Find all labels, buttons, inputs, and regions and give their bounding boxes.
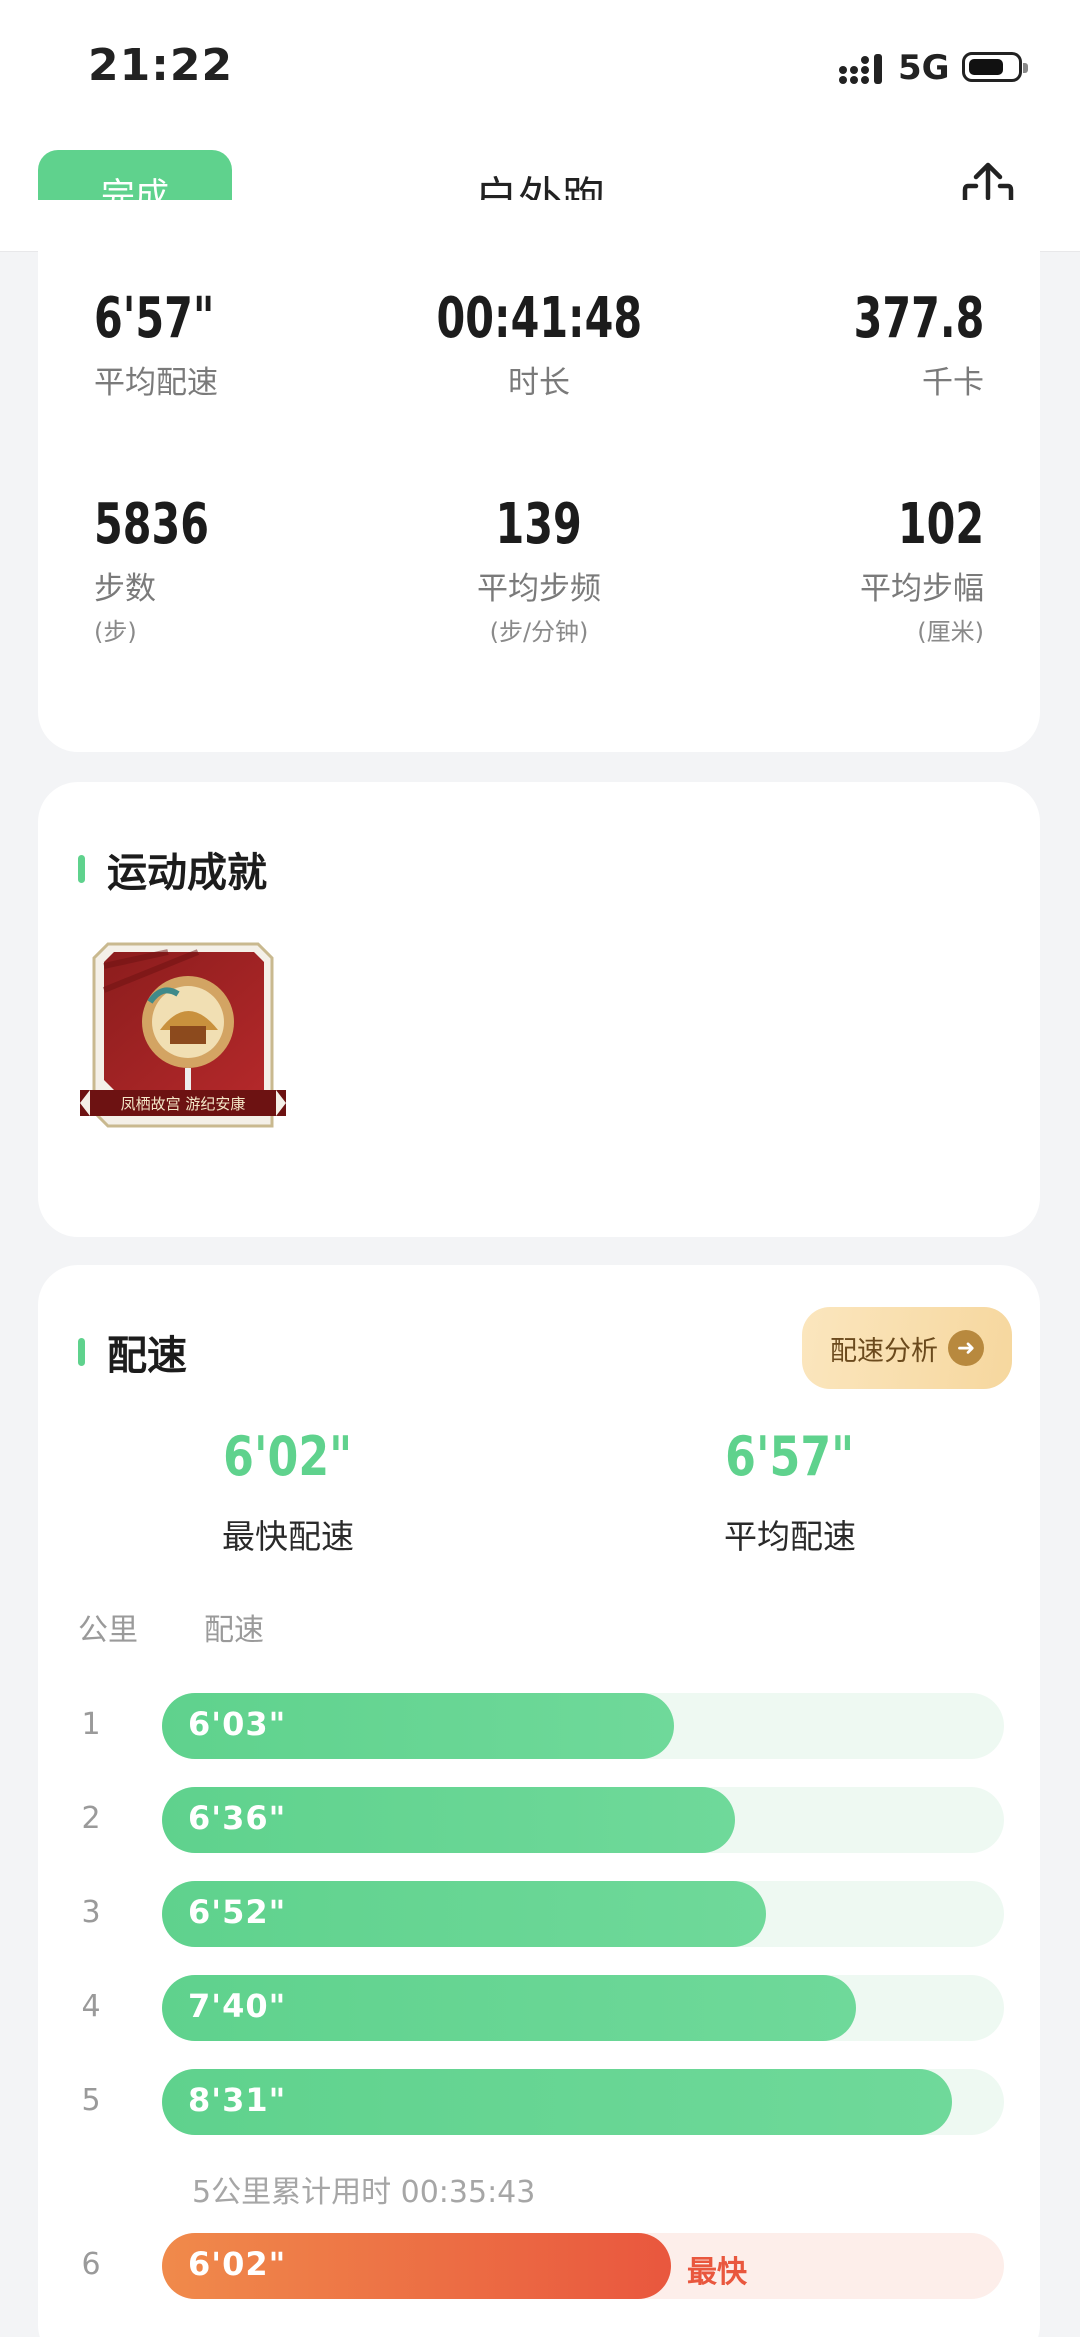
split-pace: 6'03" — [188, 1705, 287, 1743]
split-km: 1 — [81, 1707, 101, 1742]
summary-card: 6'57" 平均配速 00:41:48 时长 377.8 千卡 5836 步数 … — [38, 200, 1040, 752]
split-pace: 8'31" — [188, 2081, 287, 2119]
pace-card: 配速 配速分析 ➜ 6'02" 最快配速 6'57" 平均配速 公里 配速 1 6… — [38, 1265, 1040, 2337]
average-pace-summary: 6'57" 平均配速 — [640, 1425, 940, 1558]
stride-label: 平均步幅 — [860, 571, 984, 607]
battery-icon — [962, 52, 1028, 82]
avg-pace-value: 6'57" — [94, 286, 215, 351]
split-pace: 7'40" — [188, 1987, 287, 2025]
split-km: 3 — [81, 1895, 101, 1930]
duration-label: 时长 — [508, 365, 570, 401]
fastest-pace-summary: 6'02" 最快配速 — [138, 1425, 438, 1558]
split-km: 4 — [81, 1989, 101, 2024]
fastest-tag: 最快 — [687, 2255, 747, 2290]
achievements-header: 运动成就 — [78, 840, 267, 898]
split-km: 2 — [81, 1801, 101, 1836]
section-marker — [78, 1338, 85, 1366]
duration-stat: 00:41:48 时长 — [389, 286, 689, 402]
km-column-header: 公里 — [78, 1613, 138, 1648]
pace-analysis-label: 配速分析 — [830, 1335, 938, 1367]
split-pace: 6'02" — [188, 2245, 287, 2283]
medal-text: 凤栖故宫 游纪安康 — [121, 1095, 246, 1113]
average-pace-label: 平均配速 — [724, 1517, 856, 1556]
split-row: 1 6'03" — [38, 1693, 1040, 1759]
stride-stat: 102 平均步幅 (厘米) — [860, 492, 984, 647]
arrow-right-icon: ➜ — [948, 1330, 984, 1366]
split-row: 4 7'40" — [38, 1975, 1040, 2041]
avg-pace-stat: 6'57" 平均配速 — [94, 286, 241, 402]
cadence-label: 平均步频 — [477, 571, 601, 607]
split-km: 5 — [81, 2083, 101, 2118]
stride-unit: (厘米) — [917, 618, 984, 646]
stride-value: 102 — [897, 492, 984, 557]
calories-label: 千卡 — [922, 365, 984, 401]
split-pace: 6'52" — [188, 1893, 287, 1931]
achievements-title: 运动成就 — [107, 850, 267, 896]
steps-stat: 5836 步数 (步) — [94, 492, 234, 647]
average-pace-value: 6'57" — [725, 1425, 855, 1488]
pace-header: 配速 — [78, 1323, 187, 1381]
pace-analysis-button[interactable]: 配速分析 ➜ — [802, 1307, 1012, 1389]
fastest-pace-label: 最快配速 — [222, 1517, 354, 1556]
medal-badge[interactable]: 凤栖故宫 游纪安康 — [78, 930, 288, 1140]
steps-unit: (步) — [94, 618, 137, 646]
steps-value: 5836 — [94, 492, 209, 557]
split-pace: 6'36" — [188, 1799, 287, 1837]
split-row: 3 6'52" — [38, 1881, 1040, 1947]
cadence-value: 139 — [495, 492, 583, 557]
avg-pace-label: 平均配速 — [94, 365, 218, 401]
duration-value: 00:41:48 — [436, 286, 642, 351]
fastest-pace-value: 6'02" — [223, 1425, 353, 1488]
split-row: 5 8'31" — [38, 2069, 1040, 2135]
section-marker — [78, 855, 85, 883]
network-label: 5G — [898, 48, 950, 88]
pace-title: 配速 — [107, 1333, 187, 1379]
pace-column-header: 配速 — [204, 1613, 264, 1648]
achievements-card: 运动成就 凤栖故宫 游纪安康 — [38, 782, 1040, 1237]
status-time: 21:22 — [88, 40, 234, 91]
split-km: 6 — [81, 2247, 101, 2282]
status-bar: 21:22 5G — [0, 0, 1080, 140]
calories-value: 377.8 — [853, 286, 984, 351]
cumulative-note: 5公里累计用时 00:35:43 — [192, 2175, 536, 2210]
cadence-stat: 139 平均步频 (步/分钟) — [389, 492, 689, 647]
calories-stat: 377.8 千卡 — [825, 286, 984, 402]
signal-icon — [839, 54, 882, 84]
cadence-unit: (步/分钟) — [489, 618, 589, 646]
split-row: 6 6'02" 最快 — [38, 2233, 1040, 2299]
split-row: 2 6'36" — [38, 1787, 1040, 1853]
steps-label: 步数 — [94, 571, 156, 607]
